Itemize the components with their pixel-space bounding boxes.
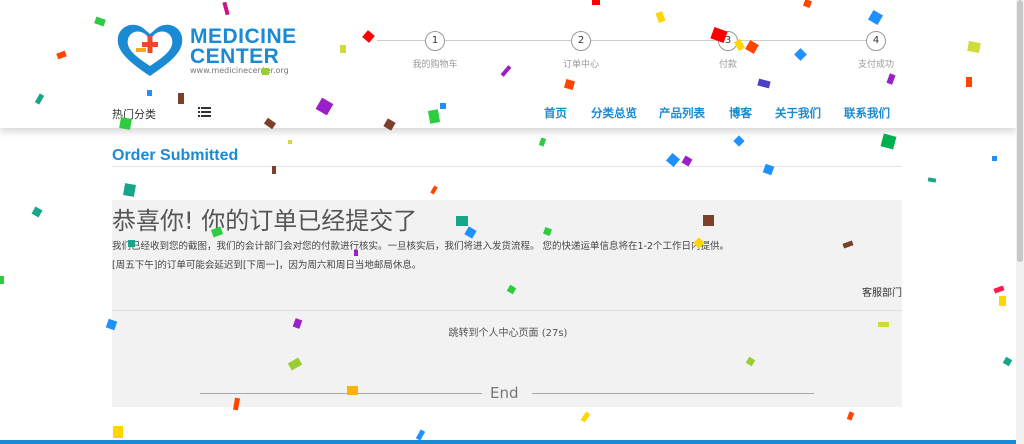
confetti-piece xyxy=(538,137,547,147)
end-line-right xyxy=(532,393,814,394)
confetti-piece xyxy=(354,250,358,256)
heart-cross-icon xyxy=(117,24,183,77)
confetti-piece xyxy=(178,93,184,104)
congrats-heading: 恭喜你! 你的订单已经提交了 xyxy=(112,207,418,235)
confetti-piece xyxy=(456,216,468,226)
step-payment: 3 付款 xyxy=(688,31,768,70)
confetti-piece xyxy=(878,322,889,327)
confetti-piece xyxy=(681,155,693,167)
brand-url: www.medicinecenter.org xyxy=(190,66,289,75)
confetti-piece xyxy=(846,411,855,421)
brand-name-line2: CENTER xyxy=(190,45,280,68)
confetti-piece xyxy=(113,426,123,438)
confirmation-message: 我们已经收到您的截图，我们的会计部门会对您的付款进行核实。一旦核实后，我们将进入… xyxy=(112,241,730,252)
nav-categories[interactable]: 分类总览 xyxy=(591,105,637,121)
step-label: 付款 xyxy=(718,60,737,70)
confetti-piece xyxy=(592,0,600,5)
hot-categories-label[interactable]: 热门分类 xyxy=(112,106,156,122)
confetti-piece xyxy=(347,386,358,395)
list-menu-icon[interactable] xyxy=(198,107,211,117)
confetti-piece xyxy=(340,45,346,53)
end-label: End xyxy=(490,384,519,402)
page-title: Order Submitted xyxy=(112,147,239,164)
step-payment-success: 4 支付成功 xyxy=(836,31,916,70)
panel-divider xyxy=(112,310,902,311)
confetti-piece xyxy=(232,397,241,411)
footer-accent-bar xyxy=(0,440,1016,444)
nav-products[interactable]: 产品列表 xyxy=(659,105,705,121)
step-number: 1 xyxy=(425,31,445,51)
confetti-piece xyxy=(992,156,997,161)
confetti-piece xyxy=(1002,356,1013,367)
step-number: 4 xyxy=(866,31,886,51)
step-order-center: 2 订单中心 xyxy=(541,31,621,70)
confetti-piece xyxy=(880,133,897,150)
confetti-piece xyxy=(272,166,276,174)
nav-contact[interactable]: 联系我们 xyxy=(844,105,890,121)
nav-home[interactable]: 首页 xyxy=(544,105,567,121)
brand-logo[interactable]: MEDICINE CENTER www.medicinecenter.org xyxy=(116,20,296,80)
confetti-piece xyxy=(966,77,972,87)
delay-notice: [周五下午]的订单可能会延迟到[下周一]，因为周六和周日当地邮局休息。 xyxy=(112,260,422,271)
confetti-piece xyxy=(262,68,269,75)
confetti-piece xyxy=(288,140,292,144)
confetti-piece xyxy=(128,240,135,247)
confetti-piece xyxy=(440,103,446,109)
brand-name-line1: MEDICINE xyxy=(190,25,297,48)
confetti-piece xyxy=(703,215,714,226)
scrollbar-thumb[interactable] xyxy=(1017,0,1023,262)
step-label: 订单中心 xyxy=(562,60,599,70)
confetti-piece xyxy=(927,177,937,183)
confetti-piece xyxy=(665,152,681,168)
confetti-piece xyxy=(147,90,152,96)
confetti-piece xyxy=(993,285,1005,294)
step-label: 支付成功 xyxy=(857,60,894,70)
confetti-piece xyxy=(123,183,136,197)
nav-about[interactable]: 关于我们 xyxy=(775,105,821,121)
confetti-piece xyxy=(119,117,132,130)
confetti-piece xyxy=(415,429,426,441)
step-cart: 1 我的购物车 xyxy=(395,31,475,70)
confetti-piece xyxy=(427,109,441,124)
redirect-countdown[interactable]: 跳转到个人中心页面 (27s) xyxy=(0,324,1016,339)
end-line-left xyxy=(200,393,482,394)
confetti-piece xyxy=(967,41,981,53)
step-number: 2 xyxy=(571,31,591,51)
confetti-piece xyxy=(580,411,591,423)
step-label: 我的购物车 xyxy=(412,60,458,70)
confetti-piece xyxy=(999,296,1006,306)
confetti-piece xyxy=(0,276,4,284)
confetti-piece xyxy=(762,163,775,176)
page-scrollbar[interactable] xyxy=(1016,0,1024,444)
confetti-piece xyxy=(31,206,43,218)
confetti-piece xyxy=(430,185,438,195)
department-signature: 客服部门 xyxy=(862,288,902,299)
title-divider xyxy=(112,166,902,167)
nav-blog[interactable]: 博客 xyxy=(729,105,752,121)
confetti-piece xyxy=(733,135,745,147)
